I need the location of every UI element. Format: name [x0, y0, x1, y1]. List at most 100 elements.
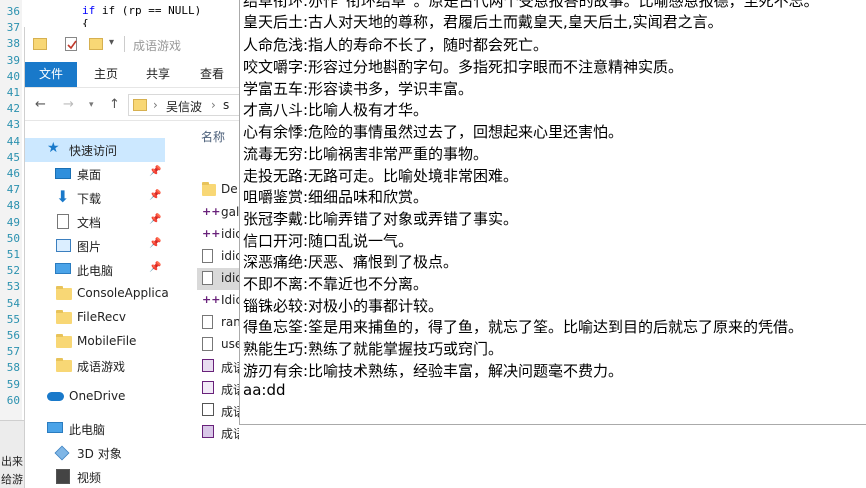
text-viewer-window[interactable]: 结草衔环:亦作“衔环结草”。原是古代两个受恩报答的故事。比喻感恩报德，至死不忘。…: [239, 0, 866, 425]
file-name: 成语: [221, 361, 239, 375]
nav-item-this-pc[interactable]: 此电脑: [25, 417, 165, 441]
line-number: 42: [6, 102, 20, 116]
text-line: aa:dd: [243, 381, 286, 399]
line-number: 37: [6, 21, 20, 35]
text-line: 人命危浅:指人的寿命不长了，随时都会死亡。: [243, 36, 549, 54]
tab-view[interactable]: 查看: [187, 62, 237, 87]
text-line: 信口开河:随口乱说一气。: [243, 232, 414, 250]
download-icon: ⬇: [56, 187, 70, 206]
pin-icon[interactable]: 📌: [149, 262, 161, 273]
line-number: 56: [6, 329, 20, 342]
text-line: 结草衔环:亦作“衔环结草”。原是古代两个受恩报答的故事。比喻感恩报德，至死不忘。: [243, 0, 819, 10]
computer-icon: [47, 422, 63, 433]
nav-item-onedrive[interactable]: OneDrive: [25, 385, 165, 409]
file-row[interactable]: 成语: [197, 378, 239, 400]
pin-icon[interactable]: 📌: [149, 166, 161, 177]
line-number: 39: [6, 53, 20, 67]
nav-item-downloads[interactable]: ⬇ 下载 📌: [25, 186, 165, 210]
computer-icon: [55, 263, 71, 274]
file-row[interactable]: ran: [197, 312, 239, 334]
nav-item-this-pc-pinned[interactable]: 此电脑 📌: [25, 258, 165, 282]
star-icon: ★: [47, 140, 60, 156]
text-line: 张冠李戴:比喻弄错了对象或弄错了事实。: [243, 210, 519, 228]
line-number: 57: [6, 345, 20, 359]
tab-file[interactable]: 文件: [25, 62, 77, 87]
file-name: idic: [221, 271, 239, 285]
text-file-icon: [202, 315, 213, 329]
nav-item-3d-objects[interactable]: 3D 对象: [25, 441, 165, 465]
explorer-titlebar: ▾ 成语游戏: [25, 27, 239, 62]
text-line: 熟能生巧:熟练了就能掌握技巧或窍门。: [243, 340, 504, 358]
code-condition: if (rp == NULL): [101, 4, 202, 17]
up-arrow-icon[interactable]: ↑: [109, 97, 120, 112]
text-line: 咬文嚼字:形容过分地斟酌字句。多指死扣字眼而不注意精神实质。: [243, 58, 684, 76]
nav-item-documents[interactable]: 文档 📌: [25, 210, 165, 234]
text-line: 得鱼忘筌:筌是用来捕鱼的，得了鱼，就忘了筌。比喻达到目的后就忘了原来的凭借。: [243, 318, 804, 336]
text-line: 不即不离:不靠近也不分离。: [243, 275, 429, 293]
back-arrow-icon[interactable]: ←: [35, 97, 46, 112]
nav-item-label: 图片: [77, 240, 102, 254]
text-file-icon: [202, 271, 213, 285]
nav-item-videos[interactable]: 视频: [25, 465, 165, 488]
breadcrumb-segment[interactable]: s: [223, 98, 229, 112]
line-number: 45: [6, 150, 20, 164]
file-row[interactable]: 成语: [197, 356, 239, 378]
line-number: 51: [6, 248, 20, 261]
nav-item-desktop[interactable]: 桌面 📌: [25, 162, 165, 186]
pin-icon[interactable]: 📌: [149, 238, 161, 249]
file-row[interactable]: use: [197, 334, 239, 356]
folder-icon: [56, 334, 72, 348]
file-row[interactable]: De: [197, 179, 239, 201]
file-explorer-window[interactable]: ▾ 成语游戏 文件 主页 共享 查看 ← → ▾ ↑ › 吴信波 › s ★ 快…: [24, 27, 239, 488]
file-row[interactable]: ++ Idic: [197, 290, 239, 312]
properties-icon[interactable]: [65, 37, 77, 51]
file-row[interactable]: idic: [197, 246, 239, 268]
console-line: 出来: [1, 455, 23, 468]
text-file-icon: [202, 337, 213, 351]
column-header-name[interactable]: 名称: [201, 128, 225, 145]
file-row-selected[interactable]: idic: [197, 268, 239, 290]
cpp-file-icon: ++: [202, 227, 221, 240]
recent-locations-icon[interactable]: ▾: [89, 100, 94, 110]
nav-item-mobilefile[interactable]: MobileFile: [25, 330, 165, 354]
cloud-icon: [47, 392, 64, 401]
folder-icon: [56, 286, 72, 300]
line-number: 36: [6, 5, 20, 18]
cpp-file-icon: ++: [202, 205, 221, 218]
nav-item-label: ConsoleApplica: [77, 286, 169, 300]
file-row[interactable]: ++ idic: [197, 224, 239, 246]
text-line: 深恶痛绝:厌恶、痛恨到了极点。: [243, 253, 459, 271]
address-bar[interactable]: › 吴信波 › s: [128, 94, 239, 116]
text-line: 才高八斗:比喻人极有才华。: [243, 101, 429, 119]
file-row[interactable]: ++ gal: [197, 202, 239, 224]
text-line: 心有余悸:危险的事情虽然过去了，回想起来心里还害怕。: [243, 123, 624, 141]
breadcrumb-separator-icon: ›: [211, 98, 216, 112]
text-line: 流毒无穷:比喻祸害非常严重的事物。: [243, 145, 489, 163]
new-folder-icon[interactable]: [89, 38, 103, 50]
customize-toolbar-icon[interactable]: ▾: [109, 37, 114, 48]
forward-arrow-icon[interactable]: →: [63, 97, 74, 112]
breadcrumb-segment[interactable]: 吴信波: [166, 98, 202, 115]
nav-item-chengyu-game[interactable]: 成语游戏: [25, 354, 165, 378]
titlebar-divider: [124, 36, 125, 52]
pin-icon[interactable]: 📌: [149, 190, 161, 201]
nav-item-pictures[interactable]: 图片 📌: [25, 234, 165, 258]
file-name: De: [221, 182, 238, 196]
nav-item-quick-access[interactable]: ★ 快速访问: [25, 138, 165, 162]
nav-item-label: 桌面: [77, 168, 102, 182]
window-title: 成语游戏: [133, 39, 182, 53]
nav-item-consoleapplication[interactable]: ConsoleApplica: [25, 282, 169, 306]
line-number: 52: [6, 264, 20, 278]
line-number: 59: [6, 377, 20, 391]
file-row[interactable]: 成语: [197, 400, 239, 422]
pin-icon[interactable]: 📌: [149, 214, 161, 225]
picture-icon: [56, 239, 71, 252]
file-name: idic: [221, 249, 239, 263]
nav-item-filerecv[interactable]: FileRecv: [25, 306, 165, 330]
file-name: gal: [221, 205, 239, 219]
tab-share[interactable]: 共享: [133, 62, 183, 87]
folder-icon: [56, 310, 72, 324]
file-row[interactable]: 成语: [197, 422, 239, 444]
code-line-if[interactable]: if if (rp == NULL): [82, 4, 201, 17]
tab-home[interactable]: 主页: [81, 62, 131, 87]
